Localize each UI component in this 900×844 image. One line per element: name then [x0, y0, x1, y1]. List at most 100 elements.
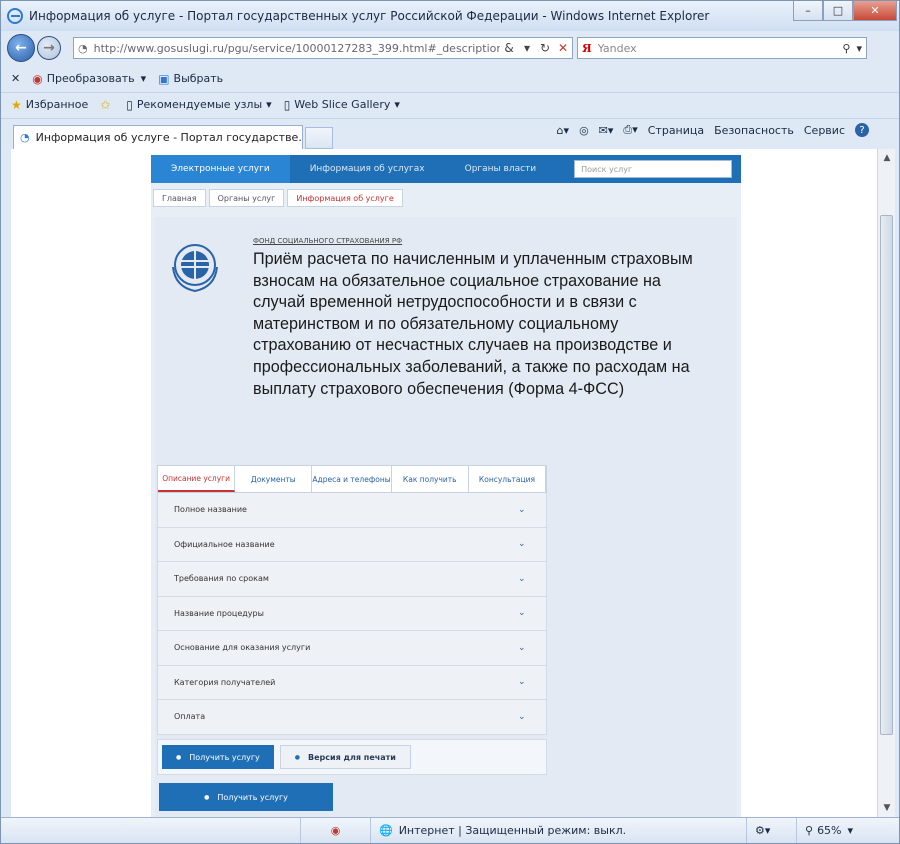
tab-how-to-get[interactable]: Как получить [392, 466, 469, 492]
bullet-icon: ● [294, 753, 301, 761]
privacy-eye-icon: ◉ [330, 824, 341, 837]
portal-page: Электронные услуги Информация об услугах… [151, 155, 741, 817]
web-slice-gallery-link[interactable]: ▯ Web Slice Gallery ▾ [284, 98, 400, 112]
section-label: Оплата [174, 712, 206, 722]
browser-tab-active[interactable]: ◔ Информация об услуге - Портал государс… [13, 125, 303, 149]
tabs-row: ◔ Информация об услуге - Портал государс… [1, 119, 899, 149]
page-menu[interactable]: Страница [648, 124, 704, 137]
tab-consultation[interactable]: Консультация [469, 466, 547, 492]
close-window-button[interactable]: ✕ [853, 1, 897, 21]
chevron-down-icon: ⌄ [518, 608, 526, 619]
print-icon[interactable]: ⎙▾ [623, 123, 637, 137]
fss-emblem-icon [172, 244, 218, 293]
search-placeholder[interactable]: Yandex [598, 42, 843, 55]
favorites-label: Избранное [25, 98, 89, 111]
organization-link[interactable]: ФОНД СОЦИАЛЬНОГО СТРАХОВАНИЯ РФ [253, 237, 402, 245]
nav-service-info[interactable]: Информация об услугах [290, 155, 445, 183]
favorites-bar: ★ Избранное ✩ ▯ Рекомендуемые узлы ▾ ▯ W… [1, 91, 899, 119]
crumb-services[interactable]: Органы услуг [208, 189, 285, 207]
dropdown-icon: ▾ [394, 98, 400, 111]
scroll-down-arrow-icon[interactable]: ▼ [878, 799, 896, 817]
section-procedure-name[interactable]: Название процедуры ⌄ [157, 596, 547, 631]
page-icon: ▯ [283, 97, 291, 112]
print-version-button[interactable]: ● Версия для печати [279, 745, 411, 769]
section-official-name[interactable]: Официальное название ⌄ [157, 527, 547, 562]
security-menu[interactable]: Безопасность [714, 124, 794, 137]
zoom-control[interactable]: ⚲ 65% ▾ [797, 818, 861, 843]
section-time-requirements[interactable]: Требования по срокам ⌄ [157, 562, 547, 597]
search-icon[interactable]: ⚲ [842, 42, 850, 55]
service-card: ФОНД СОЦИАЛЬНОГО СТРАХОВАНИЯ РФ Приём ра… [155, 217, 737, 817]
section-label: Требования по срокам [174, 574, 269, 584]
get-service-button[interactable]: ● Получить услугу [162, 745, 274, 769]
section-payment[interactable]: Оплата ⌄ [157, 700, 547, 735]
scroll-up-arrow-icon[interactable]: ▲ [878, 149, 896, 167]
section-legal-basis[interactable]: Основание для оказания услуги ⌄ [157, 631, 547, 666]
favorites-button[interactable]: ★ Избранное [11, 98, 88, 112]
zoom-icon: ⚲ [805, 824, 814, 837]
bullet-icon: ● [204, 793, 210, 801]
back-arrow-icon: ← [15, 40, 27, 56]
command-bar: ✕ ◉ Преобразовать ▾ ▣ Выбрать [1, 65, 899, 93]
chevron-down-icon: ⌄ [518, 711, 526, 722]
maximize-button[interactable]: □ [823, 1, 853, 21]
chevron-down-icon: ⌄ [518, 677, 526, 688]
section-label: Категория получателей [174, 677, 276, 687]
service-tabs: Описание услуги Документы Адреса и телеф… [157, 465, 547, 493]
add-favorite-button[interactable]: ✩ [100, 98, 114, 112]
minimize-button[interactable]: – [793, 1, 823, 21]
service-heading: Приём расчета по начисленным и уплаченны… [253, 250, 693, 398]
search-dropdown-icon[interactable]: ▾ [856, 42, 862, 55]
portal-search-input[interactable]: Поиск услуг [574, 160, 733, 178]
status-bar: ◉ 🌐 Интернет | Защищенный режим: выкл. ⚙… [1, 817, 899, 843]
chevron-down-icon: ⌄ [518, 504, 526, 515]
tab-documents[interactable]: Документы [235, 466, 313, 492]
feeds-icon[interactable]: ◎ [579, 124, 589, 137]
close-toolbar-button[interactable]: ✕ [11, 72, 20, 85]
compatibility-icon[interactable]: & [500, 41, 518, 55]
refresh-icon[interactable]: ↻ [536, 41, 554, 55]
protected-mode-button[interactable]: ⚙▾ [747, 818, 797, 843]
print-version-label: Версия для печати [308, 752, 396, 762]
home-icon[interactable]: ⌂▾ [557, 124, 570, 137]
search-box[interactable]: Я Yandex ⚲ ▾ [577, 37, 867, 59]
tab-addresses[interactable]: Адреса и телефоны [312, 466, 392, 492]
zone-label: Интернет | Защищенный режим: выкл. [398, 824, 627, 837]
chevron-down-icon: ⌄ [518, 642, 526, 653]
tab-description[interactable]: Описание услуги [158, 466, 236, 492]
sections-accordion: Полное название ⌄ Официальное название ⌄… [157, 493, 547, 735]
new-tab-button[interactable] [305, 127, 333, 149]
service-menu[interactable]: Сервис [804, 124, 845, 137]
web-slice-label: Web Slice Gallery [294, 98, 391, 111]
crumb-home[interactable]: Главная [153, 189, 206, 207]
section-label: Полное название [174, 505, 247, 515]
address-bar[interactable]: ◔ http://www.gosuslugi.ru/pgu/service/10… [73, 37, 573, 59]
bullet-icon: ● [176, 753, 182, 761]
get-service-big-button[interactable]: ● Получить услугу [159, 783, 333, 811]
convert-button[interactable]: ◉ Преобразовать ▾ [32, 72, 146, 86]
section-recipients[interactable]: Категория получателей ⌄ [157, 665, 547, 700]
mail-icon[interactable]: ✉▾ [599, 124, 614, 137]
address-url[interactable]: http://www.gosuslugi.ru/pgu/service/1000… [94, 42, 500, 55]
stop-icon[interactable]: ✕ [554, 41, 572, 55]
scroll-thumb[interactable] [880, 215, 893, 735]
chevron-down-icon: ⌄ [518, 539, 526, 550]
page-icon: ▯ [126, 97, 133, 112]
dropdown-icon: ▾ [847, 824, 854, 837]
privacy-icon[interactable]: ◉ [301, 818, 371, 843]
dropdown-icon: ▾ [140, 72, 147, 85]
forward-arrow-icon: → [43, 40, 55, 56]
page-toolbar: ⌂▾ ◎ ✉▾ ⎙▾ Страница Безопасность Сервис … [547, 123, 869, 137]
nav-authorities[interactable]: Органы власти [445, 155, 557, 183]
vertical-scrollbar[interactable]: ▲ ▼ [877, 149, 895, 817]
nav-electronic-services[interactable]: Электронные услуги [151, 155, 290, 183]
suggested-sites-link[interactable]: ▯ Рекомендуемые узлы ▾ [126, 98, 271, 112]
section-full-name[interactable]: Полное название ⌄ [157, 493, 547, 528]
back-button[interactable]: ← [7, 34, 35, 62]
address-dropdown-icon[interactable]: ▾ [518, 41, 536, 55]
select-icon: ▣ [158, 71, 170, 86]
address-row: ← → ◔ http://www.gosuslugi.ru/pgu/servic… [1, 31, 899, 65]
help-icon[interactable]: ? [855, 123, 869, 137]
forward-button[interactable]: → [37, 36, 61, 60]
select-button[interactable]: ▣ Выбрать [158, 72, 223, 86]
